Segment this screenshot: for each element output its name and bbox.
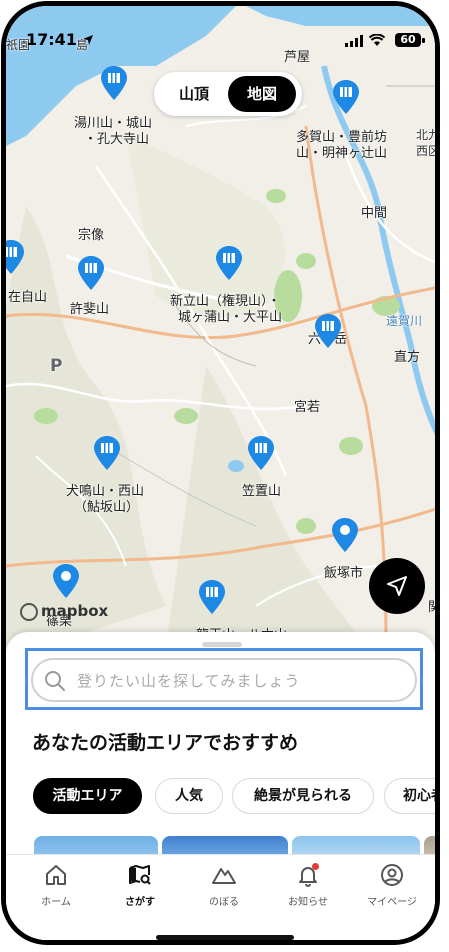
mountain-pin-niitate[interactable] xyxy=(216,246,242,280)
home-indicator[interactable] xyxy=(156,935,294,940)
map-label-munakata: 宗像 xyxy=(78,228,105,243)
map-label-myojin: 山・明神ヶ辻山 xyxy=(296,146,388,161)
home-icon xyxy=(46,865,66,885)
map-label-kyohiyama: 許斐山 xyxy=(70,302,110,317)
search-input[interactable] xyxy=(75,666,399,696)
location-marker-icon xyxy=(332,518,358,552)
battery-tip xyxy=(422,38,425,43)
toggle-map-option[interactable]: 地図 xyxy=(228,76,296,112)
mountain-pin-kyohiyama[interactable] xyxy=(78,256,104,290)
map-label-inunaki2: （鮎坂山） xyxy=(74,500,140,515)
search-bar[interactable] xyxy=(31,658,417,702)
map-label-parking: P xyxy=(50,356,63,376)
tab-notifications[interactable]: お知らせ xyxy=(266,863,350,913)
map-label-iizuka: 飯塚市 xyxy=(324,566,364,581)
map-pin-icon xyxy=(248,436,274,470)
mapbox-label: mapbox xyxy=(41,602,109,620)
map-pin-icon xyxy=(315,314,341,348)
mapbox-attribution[interactable]: mapbox xyxy=(20,602,108,621)
tab-search-label: さがす xyxy=(125,897,155,908)
tab-mypage-label: マイページ xyxy=(367,897,417,908)
chip-beginner[interactable]: 初心者 xyxy=(384,778,435,814)
location-arrow-icon xyxy=(83,35,93,45)
mountain-pin-inunaki[interactable] xyxy=(94,436,120,470)
mapbox-logo-icon xyxy=(20,602,38,621)
mountain-pin-ryuosan[interactable] xyxy=(199,580,225,614)
toggle-summit-option[interactable]: 山頂 xyxy=(160,76,228,112)
map-view[interactable]: 祇園 島 湯川山・城山 ・孔大寺山 芦屋 多賀山・豊前坊 山・明神ヶ辻山 北九 … xyxy=(6,6,435,646)
tab-climb[interactable]: のぼる xyxy=(182,863,266,913)
mountain-icon xyxy=(212,868,236,884)
map-label-zaijiyama: 在自山 xyxy=(8,290,48,305)
device-frame: 祇園 島 湯川山・城山 ・孔大寺山 芦屋 多賀山・豊前坊 山・明神ヶ辻山 北九 … xyxy=(1,1,440,945)
chip-activity-area[interactable]: 活動エリア xyxy=(33,778,142,814)
map-label-nakama: 中間 xyxy=(361,206,388,221)
navigation-arrow-icon xyxy=(387,576,407,596)
notification-badge xyxy=(312,863,319,870)
phone-screen: 祇園 島 湯川山・城山 ・孔大寺山 芦屋 多賀山・豊前坊 山・明神ヶ辻山 北九 … xyxy=(0,0,449,952)
view-toggle: 山頂 地図 xyxy=(154,72,302,116)
map-label-ongagawa: 遠賀川 xyxy=(386,314,423,328)
map-label-niitate2: 城ヶ蒲山・大平山 xyxy=(178,310,283,325)
mountain-pin-zaijiyama[interactable] xyxy=(6,240,24,274)
map-pin-icon xyxy=(333,80,359,114)
map-pin-icon xyxy=(199,580,225,614)
map-pin-icon xyxy=(78,256,104,290)
mountain-pin-yukawa[interactable] xyxy=(101,66,127,100)
current-location-button[interactable] xyxy=(369,558,425,614)
tab-home-label: ホーム xyxy=(41,897,71,908)
map-label-kitakyu1: 北九 xyxy=(416,128,435,142)
status-bar: 17:41 60 xyxy=(6,30,435,52)
map-pin-icon xyxy=(101,66,127,100)
profile-icon xyxy=(381,864,403,886)
battery-indicator: 60 xyxy=(395,33,421,47)
map-label-kasagiyama: 笠置山 xyxy=(242,484,282,499)
mountain-pin-tagasan[interactable] xyxy=(333,80,359,114)
chip-popular[interactable]: 人気 xyxy=(155,778,223,814)
map-search-icon xyxy=(129,865,151,885)
map-pin-icon xyxy=(6,240,24,274)
map-label-koojiji: ・孔大寺山 xyxy=(84,132,150,147)
sheet-grabber[interactable] xyxy=(202,642,242,647)
mountain-pin-kasagiyama[interactable] xyxy=(248,436,274,470)
map-pin-icon xyxy=(216,246,242,280)
tab-mypage[interactable]: マイページ xyxy=(350,863,434,913)
tab-notifications-label: お知らせ xyxy=(288,897,328,908)
tab-climb-label: のぼる xyxy=(209,897,239,908)
location-pin-iizuka[interactable] xyxy=(332,518,358,552)
tab-search[interactable]: さがす xyxy=(98,863,182,913)
tab-home[interactable]: ホーム xyxy=(14,863,98,913)
wifi-icon xyxy=(369,34,385,46)
search-icon xyxy=(45,671,65,691)
location-marker-icon xyxy=(53,564,79,598)
map-pin-icon xyxy=(94,436,120,470)
signal-icon xyxy=(345,35,363,47)
section-title: あなたの活動エリアでおすすめ xyxy=(32,732,299,754)
map-label-kitakyu2: 西区 xyxy=(416,144,435,158)
chip-scenic-view[interactable]: 絶景が見られる xyxy=(232,778,374,814)
map-label-nogata: 直方 xyxy=(394,350,421,365)
bottom-sheet: あなたの活動エリアでおすすめ 活動エリア 人気 絶景が見られる 初心者 ホーム xyxy=(6,632,435,940)
filter-chips: 活動エリア 人気 絶景が見られる 初心者 xyxy=(28,778,435,818)
map-label-miyawaka: 宮若 xyxy=(294,400,321,415)
status-time: 17:41 xyxy=(26,30,77,49)
map-label-kan: 関 xyxy=(428,596,435,615)
mountain-pin-rokugatake[interactable] xyxy=(315,314,341,348)
location-pin-sasaguri[interactable] xyxy=(53,564,79,598)
tab-bar: ホーム さがす のぼる お知らせ マイページ xyxy=(6,854,435,940)
